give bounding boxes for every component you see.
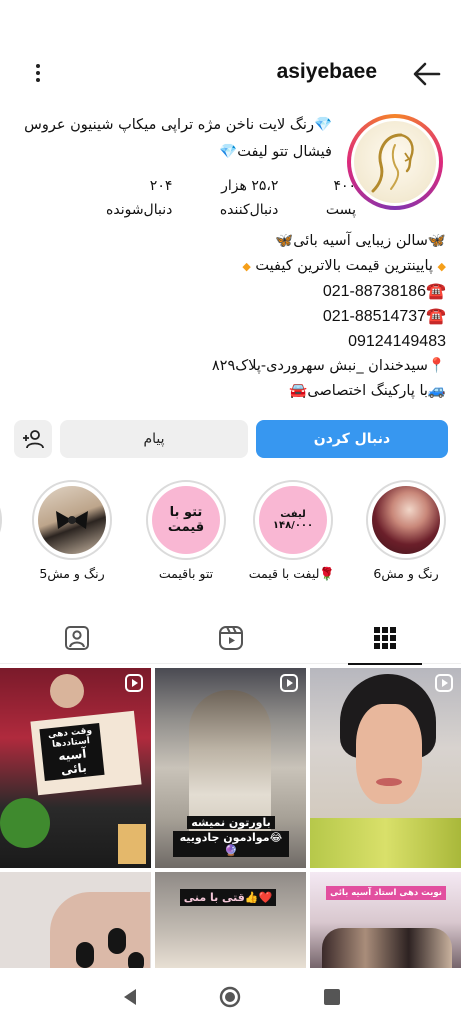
follow-button[interactable]: دنبال کردن (256, 420, 448, 458)
profile-tabs (0, 612, 461, 665)
highlight-item[interactable]: تتو با قیمت تتو باقیمت (144, 480, 228, 581)
stat-value: ۲۵،۲ هزار (221, 178, 279, 194)
post-caption-line: ❤️👍قتی با منی (179, 889, 277, 906)
post-image-top (310, 818, 461, 868)
add-person-icon (23, 430, 44, 449)
highlight-item[interactable]: لیفت ۱۴۸/۰۰۰ 🌹لیفت با قیمت (248, 480, 335, 582)
highlight-cover (38, 486, 106, 554)
highlight-item[interactable]: رنگ و مش6 (364, 480, 448, 581)
post-caption-line: باورتون نمیشه (187, 816, 275, 829)
highlight-cover-text: تتو با قیمت (167, 505, 205, 535)
post-thumbnail[interactable]: باورتون نمیشه 😂مواد‌مون جادوییه🔮 (155, 668, 306, 868)
highlight-label: تتو باقیمت (158, 566, 214, 581)
highlight-cover (372, 486, 440, 554)
stat-label: پست (325, 202, 356, 218)
bio-line: 🦋سالن زیبایی آسیه بائی🦋 (275, 233, 446, 249)
post-caption-line: آسیه بائی (57, 746, 88, 778)
highlight-label: رنگ و مش5 (39, 566, 105, 581)
stat-posts[interactable]: ۴۰۰ پست (326, 174, 356, 222)
posts-grid: وقت دهی استاددها آسیه بائی باورتون نمیشه… (0, 668, 461, 968)
stat-label: دنبال‌کننده (219, 202, 279, 218)
orange-diamond-icon: ◆ (242, 260, 251, 273)
highlight-label: رنگ و مش6 (373, 566, 439, 581)
stat-value: ۴۰۰ (333, 178, 356, 194)
profile-bio: 🦋سالن زیبایی آسیه بائی🦋 ◆ پایینترین قیمت… (14, 229, 446, 404)
bio-parking: 🚙با پارکینگ اختصاصی🚘 (289, 383, 446, 399)
stat-followers[interactable]: ۲۵،۲ هزار دنبال‌کننده (220, 174, 279, 222)
top-bar: asiyebaee (0, 52, 461, 96)
highlight-partial[interactable] (0, 480, 4, 560)
highlight-label: 🌹لیفت با قیمت (248, 566, 335, 581)
stat-label: دنبال‌شونده (106, 202, 173, 218)
grid-icon (373, 627, 396, 649)
profile-actions: پیام دنبال کردن (14, 420, 448, 458)
post-image-person (50, 674, 84, 708)
tab-grid[interactable] (308, 612, 461, 665)
post-caption: نوبت دهی استاد آسیه بائی (316, 880, 456, 900)
stat-value: ۲۰۴ (149, 178, 173, 194)
post-image-nail (108, 928, 126, 954)
bio-line-text: پایینترین قیمت بالاترین کیفیت (255, 258, 433, 274)
add-person-button[interactable] (14, 420, 52, 458)
reels-icon (218, 626, 243, 650)
post-caption: وقت دهی استاددها آسیه بائی (39, 723, 105, 781)
post-image-face (356, 704, 422, 804)
stat-following[interactable]: ۲۰۴ دنبال‌شونده (106, 174, 172, 222)
post-caption: ❤️👍قتی با منی (173, 886, 283, 906)
more-options-icon[interactable] (28, 62, 48, 86)
bio-category: 💎رنگ لایت ناخن مژه تراپی میکاپ شینیون عر… (14, 112, 332, 166)
profile-avatar[interactable] (347, 114, 443, 210)
tab-tagged[interactable] (0, 612, 153, 664)
post-image-nail (128, 952, 144, 968)
post-image-box (118, 824, 146, 864)
arrow-left-icon[interactable] (411, 60, 443, 88)
tagged-icon (64, 626, 89, 650)
post-image-plant (0, 798, 50, 848)
bio-line-quality: ◆ پایینترین قیمت بالاترین کیفیت ◆ (14, 254, 446, 279)
highlight-cover: تتو با قیمت (152, 486, 220, 554)
post-thumbnail[interactable] (0, 872, 151, 968)
square-recents-icon[interactable] (322, 987, 342, 1007)
orange-diamond-icon: ◆ (437, 260, 446, 273)
message-button[interactable]: پیام (60, 420, 248, 458)
post-image-nail (76, 942, 94, 968)
post-image-lips (376, 778, 402, 786)
tab-reels[interactable] (154, 612, 307, 664)
reel-indicator-icon (125, 674, 143, 692)
bio-address: 📍سیدخندان _نبش سهروردی-پلاک۸۲۹ (211, 358, 446, 374)
post-thumbnail[interactable]: ❤️👍قتی با منی (155, 872, 306, 968)
post-image-people (322, 928, 452, 968)
post-thumbnail[interactable]: نوبت دهی استاد آسیه بائی (310, 872, 461, 968)
reel-indicator-icon (280, 674, 298, 692)
highlight-cover-text: لیفت ۱۴۸/۰۰۰ (272, 509, 314, 531)
bio-phone-3[interactable]: 09124149483 (14, 329, 446, 354)
reel-indicator-icon (435, 674, 453, 692)
post-caption-line: 😂مواد‌مون جادوییه🔮 (173, 831, 289, 857)
post-caption: باورتون نمیشه 😂مواد‌مون جادوییه🔮 (173, 816, 289, 857)
circle-home-icon[interactable] (218, 985, 242, 1009)
triangle-back-icon[interactable] (120, 987, 140, 1007)
bio-phone-1[interactable]: ☎️021-88738186 (14, 279, 446, 304)
profile-username: asiyebaee (276, 60, 377, 83)
system-navigation-bar (0, 972, 461, 1024)
bio-phone-2[interactable]: ☎️021-88514737 (14, 304, 446, 329)
post-thumbnail[interactable] (310, 668, 461, 868)
post-thumbnail[interactable]: وقت دهی استاددها آسیه بائی (0, 668, 151, 868)
bio-line: 💎رنگ لایت ناخن مژه تراپی میکاپ شینیون عر… (24, 117, 332, 133)
profile-stats: ۴۰۰ پست ۲۵،۲ هزار دنبال‌کننده ۲۰۴ دنبال‌… (106, 174, 356, 222)
highlight-cover: لیفت ۱۴۸/۰۰۰ (259, 486, 327, 554)
highlight-item[interactable]: رنگ و مش5 (30, 480, 114, 581)
story-highlights: رنگ و مش5 تتو با قیمت تتو باقیمت لیفت ۱۴… (0, 480, 461, 590)
salon-logo-icon (354, 121, 436, 203)
bio-line: فیشال تتو لیفت💎 (219, 144, 332, 160)
post-caption-line: نوبت دهی استاد آسیه بائی (326, 886, 446, 900)
